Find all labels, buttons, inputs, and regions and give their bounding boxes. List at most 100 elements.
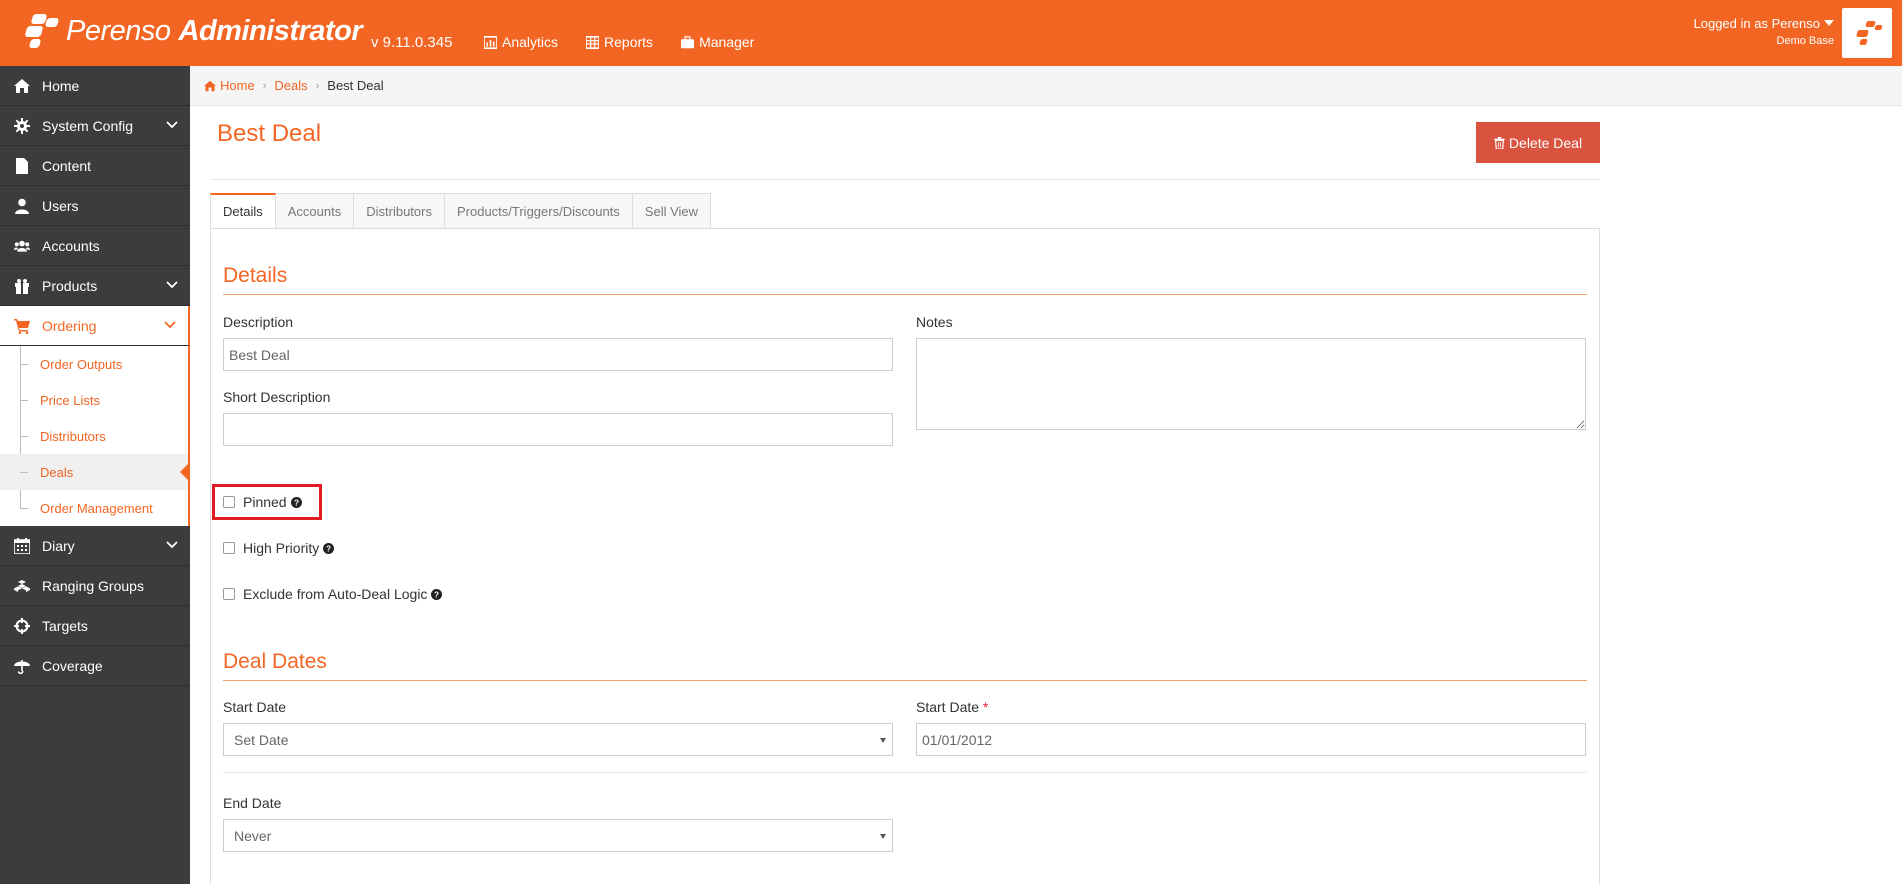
start-date-label: Start Date *: [916, 699, 989, 715]
breadcrumb-current: Best Deal: [327, 78, 384, 93]
notes-label: Notes: [916, 314, 953, 330]
brand[interactable]: Perenso Administrator: [24, 12, 363, 50]
sidebar-item-deals[interactable]: Deals: [0, 454, 190, 490]
user-icon: [15, 198, 29, 214]
description-input[interactable]: [223, 338, 893, 371]
pinned-checkbox[interactable]: [223, 496, 235, 508]
logged-in-label: Logged in as Perenso: [1693, 16, 1820, 31]
umbrella-icon: [14, 659, 30, 674]
tab-sell-view[interactable]: Sell View: [632, 193, 712, 229]
short-description-label: Short Description: [223, 389, 331, 405]
question-circle-icon[interactable]: ?: [290, 496, 302, 508]
trash-icon: [1494, 136, 1505, 149]
notes-textarea[interactable]: [916, 338, 1586, 430]
question-circle-icon[interactable]: ?: [431, 588, 443, 600]
details-section-title: Details: [223, 264, 288, 287]
top-bar: Perenso Administrator v 9.11.0.345 Analyt…: [0, 0, 1902, 66]
deal-dates-section-title: Deal Dates: [223, 650, 327, 673]
calendar-icon: [14, 537, 30, 554]
chevron-right-icon: ›: [315, 79, 320, 92]
sidebar-item-targets[interactable]: Targets: [0, 606, 190, 646]
file-icon: [16, 157, 28, 174]
sidebar-item-diary[interactable]: Diary: [0, 526, 190, 566]
sidebar-item-content[interactable]: Content: [0, 146, 190, 186]
start-date-input[interactable]: [916, 723, 1586, 756]
sidebar-item-coverage[interactable]: Coverage: [0, 646, 190, 686]
details-divider: [223, 294, 1587, 295]
sidebar: Home System Config Content Users Account…: [0, 66, 190, 884]
question-circle-icon[interactable]: ?: [323, 542, 335, 554]
sidebar-item-ordering[interactable]: Ordering: [0, 306, 190, 346]
tab-details[interactable]: Details: [210, 193, 276, 229]
end-date-select[interactable]: Never: [223, 819, 893, 852]
start-date-type-select[interactable]: Set Date: [223, 723, 893, 756]
start-date-type-label: Start Date: [223, 699, 287, 715]
avatar[interactable]: [1842, 8, 1892, 58]
chevron-down-icon: [166, 541, 178, 551]
sidebar-item-products[interactable]: Products: [0, 266, 190, 306]
field-divider: [223, 772, 1587, 773]
tab-accounts[interactable]: Accounts: [275, 193, 355, 229]
svg-text:?: ?: [326, 544, 331, 553]
user-menu[interactable]: Logged in as Perenso Demo Base: [1694, 16, 1834, 47]
caret-down-icon: [1824, 20, 1834, 26]
required-marker: *: [982, 699, 989, 715]
breadcrumb-home[interactable]: Home: [204, 78, 255, 93]
high-priority-label: High Priority: [243, 540, 320, 556]
gear-icon: [14, 117, 30, 134]
tab-bar: Details Accounts Distributors Products/T…: [210, 193, 712, 229]
tab-products-triggers-discounts[interactable]: Products/Triggers/Discounts: [444, 193, 633, 229]
base-label: Demo Base: [1776, 35, 1834, 47]
title-divider: [210, 179, 1600, 180]
sidebar-item-price-lists[interactable]: Price Lists: [0, 382, 188, 418]
breadcrumb-deals[interactable]: Deals: [274, 78, 307, 93]
sidebar-item-ranging-groups[interactable]: Ranging Groups: [0, 566, 190, 606]
tab-distributors[interactable]: Distributors: [354, 193, 445, 229]
chevron-right-icon: ›: [262, 79, 267, 92]
pinned-checkbox-row[interactable]: Pinned ?: [223, 494, 302, 510]
short-description-input[interactable]: [223, 413, 893, 446]
ordering-submenu: Order Outputs Price Lists Distributors D…: [0, 346, 190, 526]
breadcrumb: Home › Deals › Best Deal: [190, 66, 1902, 106]
caret-down-icon: [880, 834, 886, 839]
chevron-down-icon: [164, 321, 176, 331]
exclude-auto-deal-label: Exclude from Auto-Deal Logic: [243, 586, 428, 602]
deal-dates-divider: [223, 680, 1587, 681]
sidebar-item-system-config[interactable]: System Config: [0, 106, 190, 146]
sidebar-item-accounts[interactable]: Accounts: [0, 226, 190, 266]
table-icon: [586, 35, 600, 49]
sidebar-item-home[interactable]: Home: [0, 66, 190, 106]
caret-down-icon: [880, 738, 886, 743]
high-priority-checkbox[interactable]: [223, 542, 235, 554]
sidebar-item-order-management[interactable]: Order Management: [0, 490, 188, 526]
perenso-logo-icon: [24, 12, 62, 50]
pinned-label: Pinned: [243, 494, 287, 510]
top-nav: Analytics Reports Manager: [484, 34, 754, 50]
chart-icon: [484, 35, 497, 49]
gift-icon: [15, 278, 29, 294]
chevron-down-icon: [166, 121, 178, 131]
sidebar-item-order-outputs[interactable]: Order Outputs: [0, 346, 188, 382]
users-icon: [14, 240, 30, 252]
svg-text:?: ?: [294, 498, 299, 507]
nav-manager[interactable]: Manager: [681, 34, 754, 50]
cubes-icon: [14, 579, 30, 592]
sidebar-item-users[interactable]: Users: [0, 186, 190, 226]
nav-reports[interactable]: Reports: [586, 34, 653, 50]
version-label: v 9.11.0.345: [371, 34, 453, 51]
cart-icon: [14, 318, 30, 334]
brand-name: Perenso Administrator: [66, 14, 363, 47]
crosshairs-icon: [14, 617, 30, 634]
page-title: Best Deal: [217, 120, 322, 147]
briefcase-icon: [681, 35, 695, 48]
description-label: Description: [223, 314, 294, 330]
high-priority-checkbox-row[interactable]: High Priority ?: [223, 540, 335, 556]
chevron-down-icon: [166, 281, 178, 291]
sidebar-item-distributors[interactable]: Distributors: [0, 418, 188, 454]
delete-deal-button[interactable]: Delete Deal: [1476, 122, 1600, 163]
home-icon: [204, 80, 216, 91]
exclude-auto-deal-checkbox[interactable]: [223, 588, 235, 600]
tab-panel: [210, 228, 1600, 884]
exclude-auto-deal-checkbox-row[interactable]: Exclude from Auto-Deal Logic ?: [223, 586, 443, 602]
nav-analytics[interactable]: Analytics: [484, 34, 558, 50]
